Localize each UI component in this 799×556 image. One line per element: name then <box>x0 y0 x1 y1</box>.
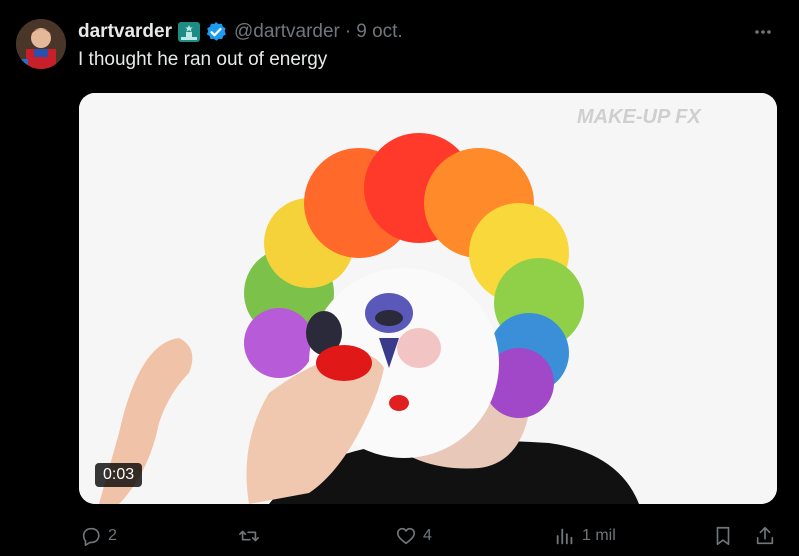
like-icon <box>396 527 416 545</box>
bookmark-icon <box>716 526 730 546</box>
like-count: 4 <box>423 527 432 544</box>
watermark-text: MAKE-UP FX <box>577 106 702 128</box>
video-frame <box>79 93 777 504</box>
views-button[interactable]: 1 mil <box>554 522 616 550</box>
more-icon[interactable] <box>751 20 775 44</box>
verified-badge-icon[interactable] <box>205 21 227 43</box>
watermark-logo: MAKE-UP FX <box>577 106 702 128</box>
tweet-header: dartvarder @dartvarder · 9 oct. <box>78 20 775 44</box>
views-count: 1 mil <box>582 527 616 544</box>
flag-badge-icon <box>178 22 200 42</box>
retweet-button[interactable] <box>238 522 266 550</box>
tweet-date[interactable]: 9 oct. <box>356 21 402 43</box>
author-handle[interactable]: @dartvarder <box>234 21 340 43</box>
action-bar: 2 4 1 mil <box>78 522 778 550</box>
separator-dot: · <box>344 21 352 42</box>
share-button[interactable] <box>754 522 776 550</box>
reply-count: 2 <box>108 527 117 544</box>
video-player[interactable]: MAKE-UP FX 0:03 <box>79 93 777 504</box>
bookmark-button[interactable] <box>712 522 734 550</box>
video-duration: 0:03 <box>95 463 143 487</box>
reply-icon <box>82 527 100 546</box>
avatar[interactable] <box>16 19 66 69</box>
reply-button[interactable]: 2 <box>80 522 117 550</box>
like-button[interactable]: 4 <box>395 522 432 550</box>
author-name[interactable]: dartvarder <box>78 21 172 43</box>
retweet-icon <box>239 530 259 542</box>
views-icon <box>556 528 573 545</box>
share-icon <box>756 526 774 545</box>
tweet-text: I thought he ran out of energy <box>78 49 328 70</box>
